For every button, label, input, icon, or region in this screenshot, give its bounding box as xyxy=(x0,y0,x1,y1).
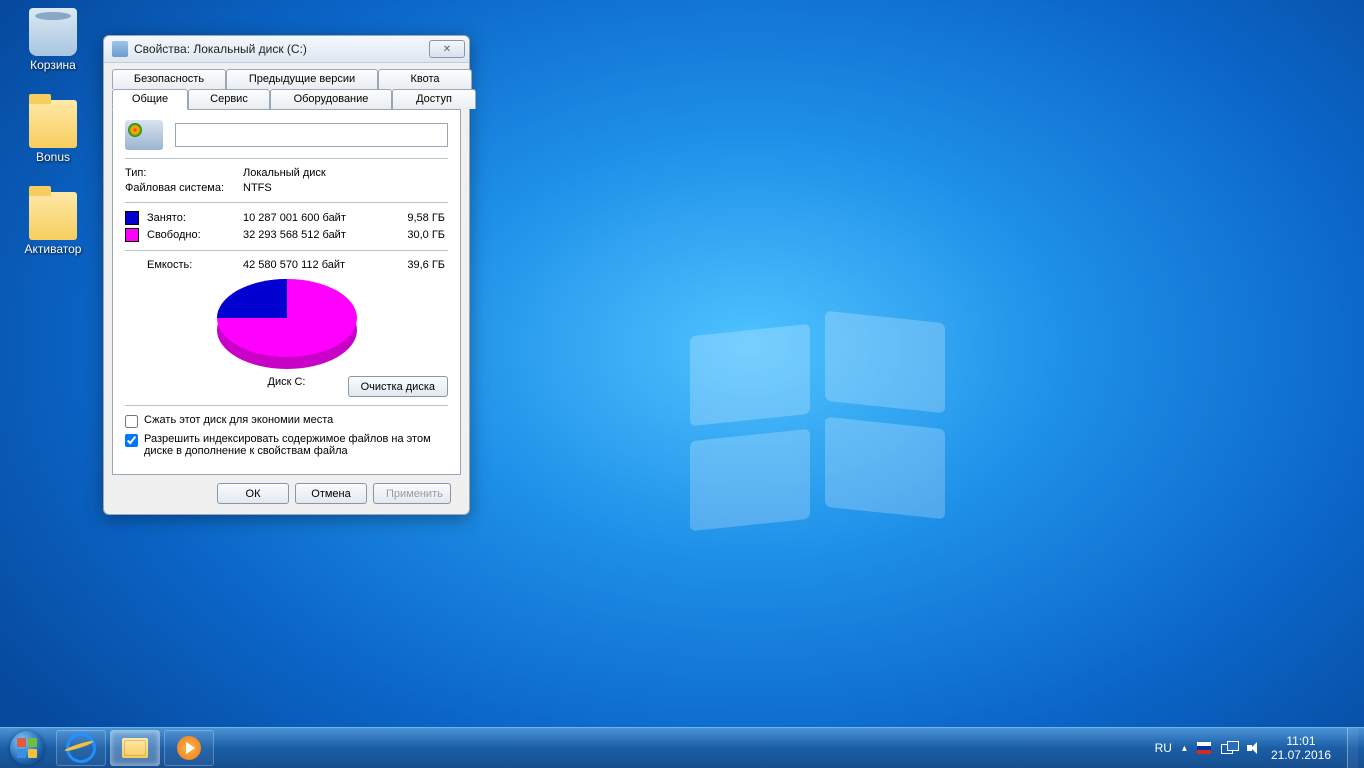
show-desktop-button[interactable] xyxy=(1347,728,1358,768)
internet-explorer-icon xyxy=(66,733,96,763)
network-icon[interactable] xyxy=(1221,741,1237,755)
disk-drive-icon xyxy=(125,120,163,150)
filesystem-label: Файловая система: xyxy=(125,182,243,194)
separator xyxy=(125,250,448,251)
tab-general[interactable]: Общие xyxy=(112,89,188,110)
system-tray: RU ▴ 11:01 21.07.2016 xyxy=(1155,728,1364,768)
tab-hardware[interactable]: Оборудование xyxy=(270,89,392,109)
used-space-swatch xyxy=(125,211,139,225)
close-button[interactable]: ✕ xyxy=(429,40,465,58)
disk-properties-dialog: Свойства: Локальный диск (C:) ✕ Безопасн… xyxy=(103,35,470,515)
index-checkbox-row[interactable]: Разрешить индексировать содержимое файло… xyxy=(125,433,448,457)
tab-row-lower: Общие Сервис Оборудование Доступ xyxy=(112,89,461,109)
type-value: Локальный диск xyxy=(243,167,326,179)
tab-row-upper: Безопасность Предыдущие версии Квота xyxy=(112,69,461,89)
type-label: Тип: xyxy=(125,167,243,179)
recycle-bin-icon xyxy=(29,8,77,56)
keyboard-layout-icon[interactable] xyxy=(1197,742,1211,754)
taskbar-explorer-button[interactable] xyxy=(110,730,160,766)
free-space-swatch xyxy=(125,228,139,242)
language-indicator[interactable]: RU xyxy=(1155,741,1172,755)
drive-icon xyxy=(112,41,128,57)
start-orb-icon xyxy=(10,731,44,765)
taskbar-ie-button[interactable] xyxy=(56,730,106,766)
free-bytes: 32 293 568 512 байт xyxy=(243,229,391,241)
window-title: Свойства: Локальный диск (C:) xyxy=(134,42,429,56)
start-button[interactable] xyxy=(0,728,54,768)
folder-icon xyxy=(29,100,77,148)
desktop[interactable]: Корзина Bonus Активатор Свойства: Локаль… xyxy=(0,0,1364,768)
index-checkbox[interactable] xyxy=(125,434,138,447)
clock-date: 21.07.2016 xyxy=(1271,748,1331,762)
clock[interactable]: 11:01 21.07.2016 xyxy=(1271,734,1331,762)
used-label: Занято: xyxy=(147,212,243,224)
capacity-label: Емкость: xyxy=(125,259,243,271)
folder-icon xyxy=(29,192,77,240)
desktop-icon-label: Активатор xyxy=(14,242,92,256)
titlebar[interactable]: Свойства: Локальный диск (C:) ✕ xyxy=(104,36,469,63)
compress-checkbox[interactable] xyxy=(125,415,138,428)
taskbar-media-player-button[interactable] xyxy=(164,730,214,766)
taskbar: RU ▴ 11:01 21.07.2016 xyxy=(0,727,1364,768)
clock-time: 11:01 xyxy=(1271,734,1331,748)
volume-icon[interactable] xyxy=(1247,741,1261,755)
tray-overflow-button[interactable]: ▴ xyxy=(1182,743,1187,754)
separator xyxy=(125,202,448,203)
dialog-button-row: ОК Отмена Применить xyxy=(112,475,461,504)
tab-security[interactable]: Безопасность xyxy=(112,69,226,89)
ok-button[interactable]: ОК xyxy=(217,483,289,504)
disk-usage-pie-chart xyxy=(217,279,357,374)
capacity-bytes: 42 580 570 112 байт xyxy=(243,259,391,271)
tab-quota[interactable]: Квота xyxy=(378,69,472,89)
used-size: 9,58 ГБ xyxy=(391,212,445,224)
disk-cleanup-button[interactable]: Очистка диска xyxy=(348,376,448,397)
media-player-icon xyxy=(177,736,201,760)
volume-label-input[interactable] xyxy=(175,123,448,147)
separator xyxy=(125,158,448,159)
cancel-button[interactable]: Отмена xyxy=(295,483,367,504)
windows-logo-wallpaper xyxy=(680,320,960,540)
separator xyxy=(125,405,448,406)
filesystem-value: NTFS xyxy=(243,182,272,194)
desktop-icon-activator[interactable]: Активатор xyxy=(14,192,92,256)
compress-checkbox-row[interactable]: Сжать этот диск для экономии места xyxy=(125,414,448,428)
desktop-icon-bonus[interactable]: Bonus xyxy=(14,100,92,164)
used-bytes: 10 287 001 600 байт xyxy=(243,212,391,224)
tab-tools[interactable]: Сервис xyxy=(188,89,270,109)
tab-content-general: Тип: Локальный диск Файловая система: NT… xyxy=(112,109,461,475)
compress-label: Сжать этот диск для экономии места xyxy=(144,414,333,426)
tab-previous-versions[interactable]: Предыдущие версии xyxy=(226,69,378,89)
index-label: Разрешить индексировать содержимое файло… xyxy=(144,433,448,457)
desktop-icon-label: Bonus xyxy=(14,150,92,164)
desktop-icon-label: Корзина xyxy=(14,58,92,72)
desktop-icon-recycle-bin[interactable]: Корзина xyxy=(14,8,92,72)
apply-button[interactable]: Применить xyxy=(373,483,451,504)
capacity-size: 39,6 ГБ xyxy=(391,259,445,271)
free-label: Свободно: xyxy=(147,229,243,241)
free-size: 30,0 ГБ xyxy=(391,229,445,241)
tab-sharing[interactable]: Доступ xyxy=(392,89,476,109)
file-explorer-icon xyxy=(122,738,148,758)
